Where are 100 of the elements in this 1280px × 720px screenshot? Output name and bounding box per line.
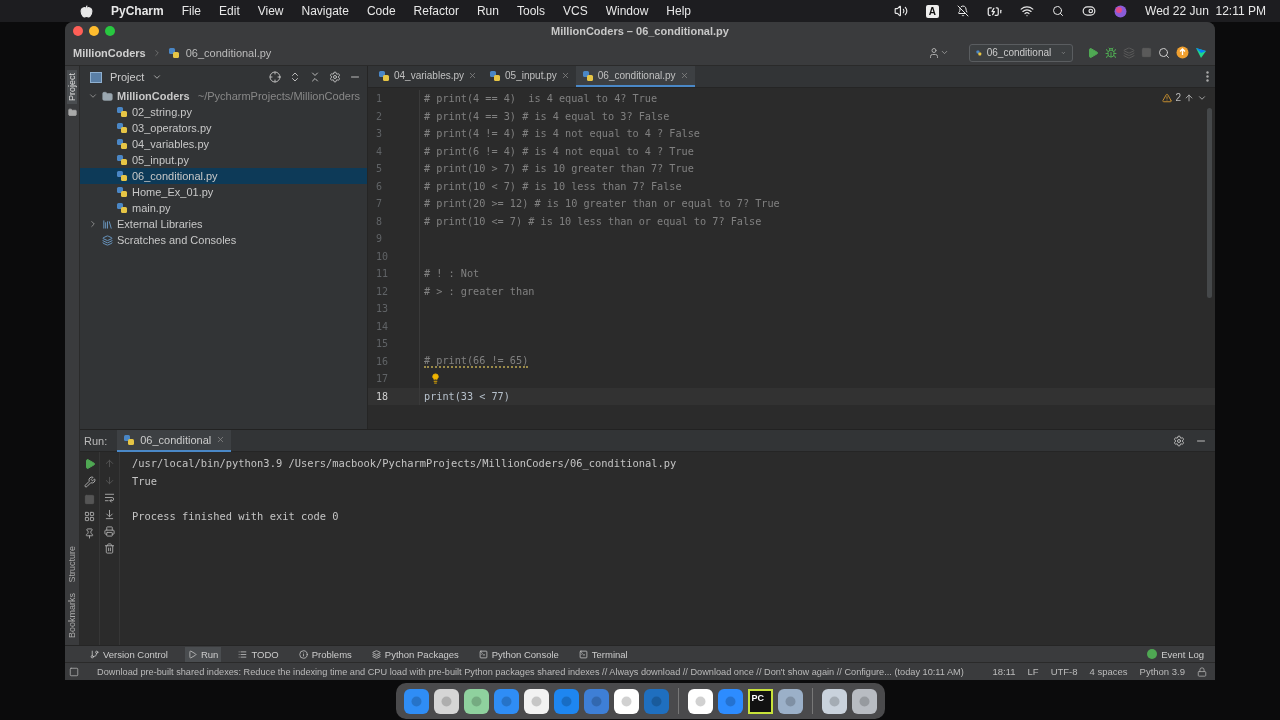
tree-item[interactable]: 04_variables.py — [80, 136, 367, 152]
editor-tab[interactable]: 04_variables.py — [372, 66, 484, 87]
menu-item[interactable]: Tools — [516, 4, 545, 18]
control-center-icon[interactable] — [1082, 4, 1097, 18]
user-menu-button[interactable] — [928, 46, 949, 59]
python-file-icon — [123, 433, 136, 446]
close-icon[interactable] — [560, 71, 570, 80]
app-menu[interactable]: PyCharm — [111, 4, 164, 18]
rerun-icon[interactable] — [83, 458, 96, 470]
status-item[interactable]: UTF-8 — [1050, 666, 1078, 677]
input-source-indicator[interactable]: A — [925, 4, 940, 18]
breadcrumb[interactable]: MillionCoders — [73, 46, 146, 59]
scroll-to-end-icon[interactable] — [104, 509, 115, 520]
search-button[interactable] — [1158, 46, 1170, 59]
settings-icon[interactable] — [329, 71, 341, 83]
app-icon[interactable] — [463, 688, 489, 714]
tree-item[interactable]: 02_string.py — [80, 104, 367, 120]
tree-item[interactable]: 06_conditional.py — [80, 168, 367, 184]
app-icon[interactable] — [523, 688, 549, 714]
tree-item[interactable]: External Libraries — [117, 218, 203, 230]
panel-toggle-icon[interactable] — [69, 666, 79, 677]
scrollbar[interactable] — [1207, 108, 1212, 298]
app-icon[interactable]: PC — [747, 688, 773, 714]
event-log-button[interactable]: Event Log — [1144, 646, 1207, 662]
tree-item[interactable]: MillionCoders — [117, 90, 190, 102]
run-button[interactable] — [1087, 46, 1099, 59]
menu-item[interactable]: Navigate — [301, 4, 349, 18]
tree-item[interactable]: 03_operators.py — [80, 120, 367, 136]
wifi-icon[interactable] — [1020, 4, 1035, 18]
apple-icon[interactable] — [80, 4, 93, 18]
menu-item[interactable]: VCS — [562, 4, 588, 18]
breadcrumb[interactable]: 06_conditional.py — [185, 46, 272, 59]
soft-wrap-icon[interactable] — [104, 492, 115, 503]
tool-window-button[interactable]: Python Console — [475, 646, 562, 662]
menubar-clock[interactable]: Wed 22 Jun 12:11 PM — [1145, 4, 1266, 18]
wrench-icon[interactable] — [83, 476, 96, 488]
trash-icon[interactable] — [104, 543, 115, 554]
app-icon[interactable] — [777, 688, 803, 714]
lock-icon[interactable] — [1197, 666, 1207, 677]
muted-bell-icon[interactable] — [957, 5, 970, 17]
settings-icon[interactable] — [1173, 434, 1185, 447]
app-icon[interactable] — [687, 688, 713, 714]
menu-item[interactable]: Refactor — [413, 4, 459, 18]
minimize-window-button[interactable] — [89, 26, 99, 36]
toolbox-button[interactable] — [1195, 46, 1207, 59]
tool-window-button[interactable]: Python Packages — [368, 646, 462, 662]
side-tab[interactable]: Structure — [67, 543, 77, 586]
tree-item[interactable]: 05_input.py — [80, 152, 367, 168]
menu-item[interactable]: Run — [476, 4, 499, 18]
menu-item[interactable]: Code — [366, 4, 396, 18]
volume-icon[interactable] — [893, 4, 908, 18]
assistant-icon[interactable] — [1114, 4, 1128, 18]
tool-window-button[interactable]: Problems — [295, 646, 355, 662]
print-icon[interactable] — [104, 526, 115, 537]
collapse-all-icon[interactable] — [309, 71, 321, 83]
search-icon[interactable] — [1052, 5, 1065, 17]
lightbulb-icon[interactable] — [430, 373, 441, 385]
status-item[interactable]: 4 spaces — [1089, 666, 1128, 677]
update-button[interactable] — [1176, 46, 1189, 59]
app-icon[interactable] — [851, 688, 877, 714]
chevron-down-icon[interactable] — [88, 91, 98, 101]
menu-item[interactable]: Help — [666, 4, 692, 18]
app-icon[interactable] — [821, 688, 847, 714]
layout-icon[interactable] — [84, 511, 95, 522]
caret-icon[interactable] — [152, 72, 163, 82]
tool-window-button[interactable]: TODO — [235, 646, 282, 662]
close-icon[interactable] — [679, 71, 689, 80]
code-line: # print(4 == 4) is 4 equal to 4? True — [424, 93, 658, 105]
locate-icon[interactable] — [269, 71, 281, 83]
close-window-button[interactable] — [73, 26, 83, 36]
tool-window-button[interactable]: Run — [184, 646, 222, 662]
tree-item[interactable]: main.py — [80, 200, 367, 216]
close-icon[interactable] — [468, 71, 478, 80]
menu-item[interactable]: File — [181, 4, 202, 18]
run-tab[interactable]: 06_conditional — [117, 429, 232, 452]
editor-tab[interactable]: 06_conditional.py — [575, 66, 695, 87]
status-item[interactable]: LF — [1027, 666, 1039, 677]
close-icon[interactable] — [216, 435, 226, 444]
zoom-window-button[interactable] — [105, 26, 115, 36]
status-item[interactable]: Python 3.9 — [1139, 666, 1185, 677]
chevron-right-icon[interactable] — [88, 219, 98, 229]
menu-item[interactable]: Edit — [219, 4, 240, 18]
side-tab[interactable]: Project — [67, 70, 77, 104]
side-tab[interactable]: Bookmarks — [67, 589, 77, 641]
editor-tab[interactable]: 05_input.py — [483, 66, 576, 87]
app-icon[interactable] — [433, 688, 459, 714]
tool-window-button[interactable]: Terminal — [575, 646, 631, 662]
previous-icon[interactable] — [1184, 92, 1194, 103]
menu-item[interactable]: View — [257, 4, 284, 18]
pin-icon[interactable] — [84, 528, 95, 539]
status-item[interactable]: 18:11 — [992, 666, 1016, 677]
run-configuration-dropdown[interactable]: 06_conditional — [969, 43, 1073, 62]
menu-item[interactable]: Window — [605, 4, 649, 18]
line-number: 13 — [375, 303, 390, 315]
debug-button[interactable] — [1105, 46, 1117, 59]
tree-item[interactable]: Home_Ex_01.py — [80, 184, 367, 200]
tree-item[interactable]: Scratches and Consoles — [117, 234, 237, 246]
app-icon[interactable] — [613, 688, 639, 714]
expand-all-icon[interactable] — [289, 71, 301, 83]
tool-window-button[interactable]: Version Control — [87, 646, 171, 662]
